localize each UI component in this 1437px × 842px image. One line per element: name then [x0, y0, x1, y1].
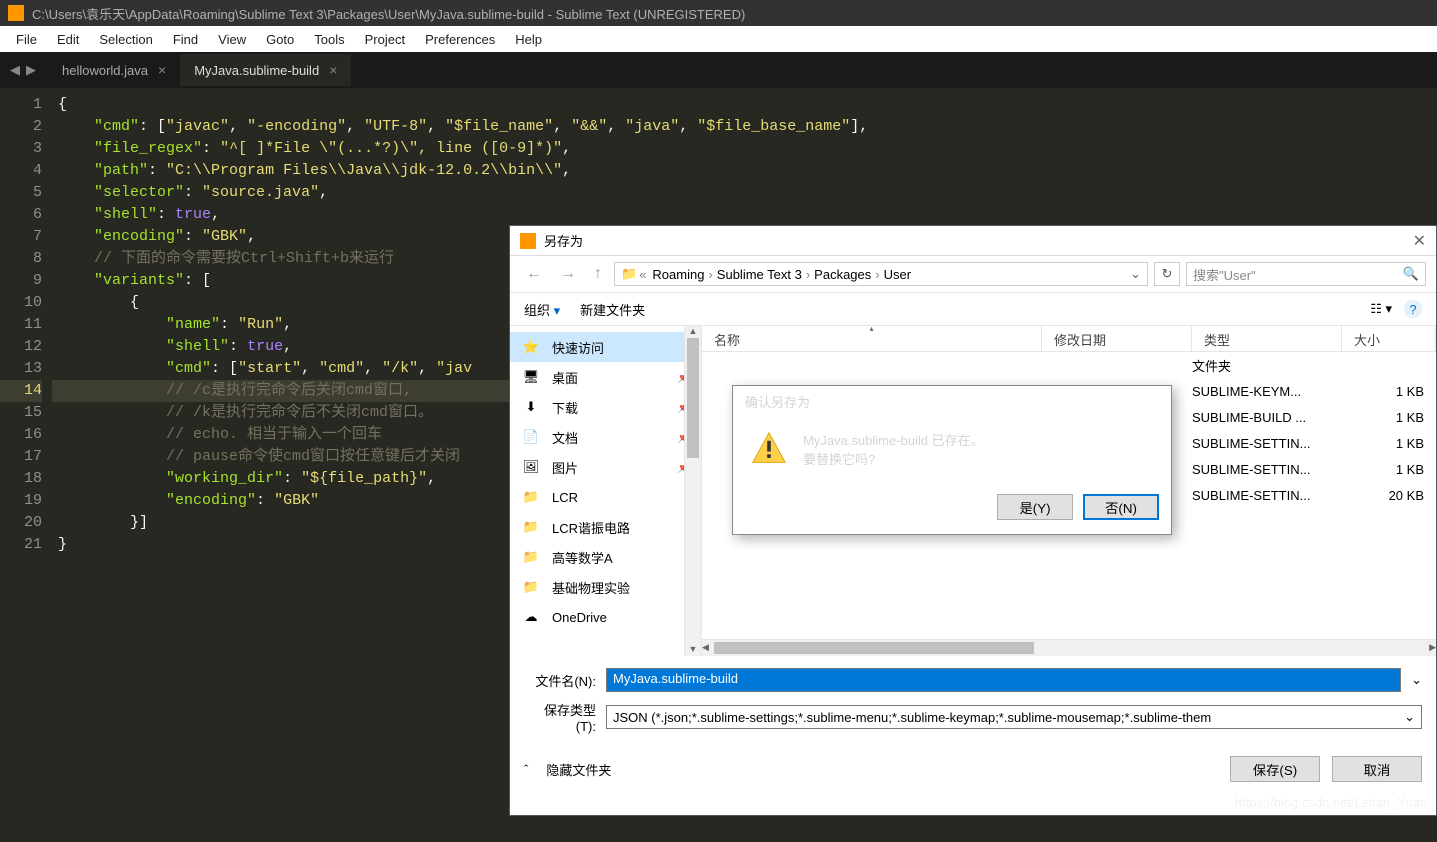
sidebar-item[interactable]: 📁LCR谐振电路	[510, 512, 701, 542]
save-dialog-nav: ← → ↑ 📁 « Roaming›Sublime Text 3›Package…	[510, 256, 1436, 292]
breadcrumb-item[interactable]: Sublime Text 3	[713, 267, 806, 282]
help-icon[interactable]: ?	[1404, 300, 1422, 318]
search-input[interactable]: 搜索"User" 🔍	[1186, 262, 1426, 286]
dialog-app-icon	[520, 233, 536, 249]
refresh-icon[interactable]: ↻	[1154, 262, 1180, 286]
file-row[interactable]: 文件夹	[702, 352, 1436, 378]
close-tab-icon[interactable]: ×	[329, 62, 337, 78]
expand-icon[interactable]: ˆ	[524, 762, 528, 777]
menu-edit[interactable]: Edit	[47, 32, 89, 47]
nav-back-icon[interactable]: ◀	[10, 62, 20, 78]
up-icon[interactable]: ↑	[588, 265, 608, 283]
file-list-header[interactable]: ▴名称 修改日期 类型 大小	[702, 326, 1436, 352]
sidebar-item[interactable]: 📁基础物理实验	[510, 572, 701, 602]
hide-folders-toggle[interactable]: 隐藏文件夹	[546, 760, 611, 779]
pc-icon: 📁	[621, 266, 637, 282]
filename-input[interactable]: MyJava.sublime-build	[606, 668, 1401, 692]
save-dialog-titlebar: 另存为 ✕	[510, 226, 1436, 256]
nav-forward-icon[interactable]: ▶	[26, 62, 36, 78]
save-dialog-title: 另存为	[544, 231, 583, 250]
sidebar-item[interactable]: 📄文档📌	[510, 422, 701, 452]
filename-label: 文件名(N):	[524, 671, 596, 690]
warning-icon	[751, 430, 787, 466]
window-titlebar: C:\Users\袁乐天\AppData\Roaming\Sublime Tex…	[0, 0, 1437, 26]
menu-help[interactable]: Help	[505, 32, 552, 47]
no-button[interactable]: 否(N)	[1083, 494, 1159, 520]
organize-menu[interactable]: 组织 ▾	[524, 300, 560, 319]
folder-icon: 📁	[522, 518, 540, 536]
close-tab-icon[interactable]: ×	[158, 62, 166, 78]
sidebar-scrollbar[interactable]: ▲ ▼	[684, 326, 701, 656]
sidebar-item[interactable]: ⭐快速访问	[510, 332, 701, 362]
cloud-icon: ☁	[522, 608, 540, 626]
menu-selection[interactable]: Selection	[89, 32, 162, 47]
new-folder-button[interactable]: 新建文件夹	[580, 300, 645, 319]
tab[interactable]: helloworld.java×	[48, 54, 180, 86]
menu-tools[interactable]: Tools	[304, 32, 354, 47]
sidebar-item[interactable]: 🖼图片📌	[510, 452, 701, 482]
watermark: https://blog.csdn.net/Letian_Yuan	[1235, 795, 1427, 810]
breadcrumb[interactable]: 📁 « Roaming›Sublime Text 3›Packages›User…	[614, 262, 1148, 286]
forward-icon[interactable]: →	[554, 265, 582, 283]
app-icon	[8, 5, 24, 21]
confirm-title: 确认另存为	[733, 386, 1171, 416]
menu-project[interactable]: Project	[355, 32, 415, 47]
sidebar-item[interactable]: ☁OneDrive	[510, 602, 701, 632]
close-icon[interactable]: ✕	[1413, 231, 1426, 251]
breadcrumb-item[interactable]: Roaming	[648, 267, 708, 282]
cancel-button[interactable]: 取消	[1332, 756, 1422, 782]
sidebar-item[interactable]: 🖥桌面📌	[510, 362, 701, 392]
back-icon[interactable]: ←	[520, 265, 548, 283]
menu-goto[interactable]: Goto	[256, 32, 304, 47]
pic-icon: 🖼	[522, 458, 540, 476]
breadcrumb-item[interactable]: User	[880, 267, 915, 282]
sidebar-item[interactable]: 📁高等数学A	[510, 542, 701, 572]
star-icon: ⭐	[522, 338, 540, 356]
menu-preferences[interactable]: Preferences	[415, 32, 505, 47]
folder-icon: 📁	[522, 548, 540, 566]
download-icon: ⬇	[522, 398, 540, 416]
save-dialog-footer: ˆ 隐藏文件夹 保存(S) 取消	[510, 746, 1436, 792]
menu-find[interactable]: Find	[163, 32, 208, 47]
save-dialog-toolbar: 组织 ▾ 新建文件夹 ☷ ▾ ?	[510, 292, 1436, 326]
gutter: 123456789101112131415161718192021	[0, 88, 52, 842]
tab[interactable]: MyJava.sublime-build×	[180, 54, 351, 86]
doc-icon: 📄	[522, 428, 540, 446]
search-icon: 🔍	[1403, 266, 1419, 282]
window-title: C:\Users\袁乐天\AppData\Roaming\Sublime Tex…	[32, 4, 745, 23]
yes-button[interactable]: 是(Y)	[997, 494, 1073, 520]
tab-nav: ◀ ▶	[10, 62, 36, 78]
folder-icon: 📁	[522, 488, 540, 506]
confirm-message: MyJava.sublime-build 已存在。 要替换它吗?	[803, 430, 984, 468]
savetype-combo[interactable]: JSON (*.json;*.sublime-settings;*.sublim…	[606, 705, 1422, 729]
chevron-down-icon[interactable]: ⌄	[1130, 266, 1141, 282]
confirm-dialog: 确认另存为 MyJava.sublime-build 已存在。 要替换它吗? 是…	[732, 385, 1172, 535]
menu-view[interactable]: View	[208, 32, 256, 47]
save-button[interactable]: 保存(S)	[1230, 756, 1320, 782]
desktop-icon: 🖥	[522, 368, 540, 386]
chevron-down-icon[interactable]: ⌄	[1404, 709, 1415, 725]
breadcrumb-item[interactable]: Packages	[810, 267, 875, 282]
menu-file[interactable]: File	[6, 32, 47, 47]
search-placeholder: 搜索"User"	[1193, 265, 1256, 284]
sidebar-item[interactable]: ⬇下载📌	[510, 392, 701, 422]
view-options-icon[interactable]: ☷ ▾	[1370, 301, 1392, 317]
save-dialog-fields: 文件名(N): MyJava.sublime-build ⌄ 保存类型(T): …	[510, 656, 1436, 746]
tab-bar: ◀ ▶ helloworld.java×MyJava.sublime-build…	[0, 52, 1437, 88]
folder-icon: 📁	[522, 578, 540, 596]
save-dialog-sidebar: ⭐快速访问🖥桌面📌⬇下载📌📄文档📌🖼图片📌📁LCR📁LCR谐振电路📁高等数学A📁…	[510, 326, 702, 656]
sidebar-item[interactable]: 📁LCR	[510, 482, 701, 512]
chevron-down-icon[interactable]: ⌄	[1411, 672, 1422, 688]
file-list-hscroll[interactable]: ◀ ▶	[702, 639, 1436, 656]
savetype-label: 保存类型(T):	[524, 700, 596, 734]
menu-bar: FileEditSelectionFindViewGotoToolsProjec…	[0, 26, 1437, 52]
